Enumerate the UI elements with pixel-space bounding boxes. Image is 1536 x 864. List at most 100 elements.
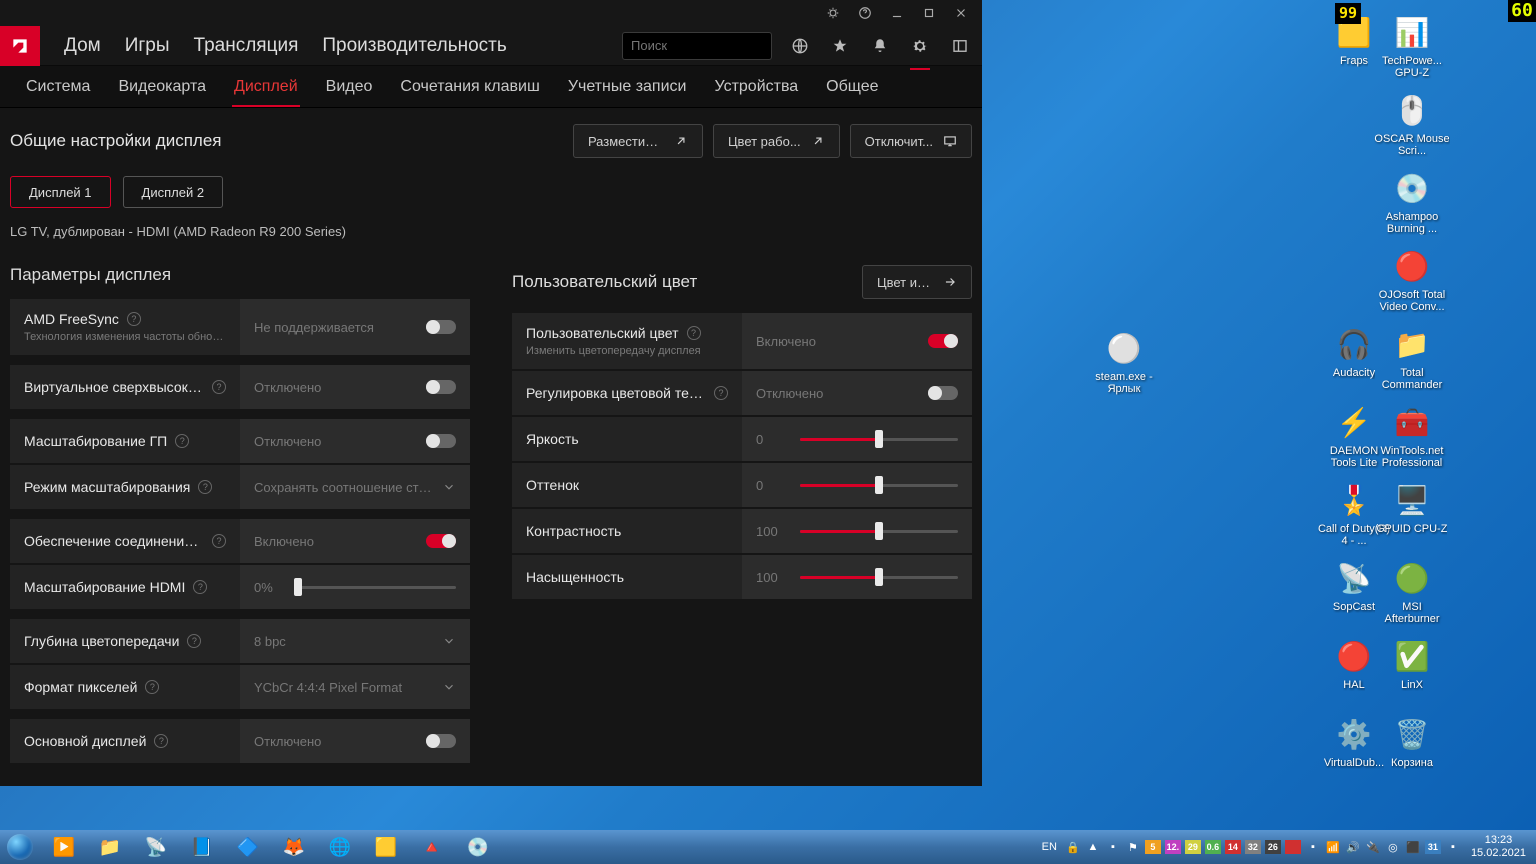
- desktop-color-button[interactable]: Цвет рабо...: [713, 124, 840, 158]
- bug-icon[interactable]: [818, 2, 848, 24]
- tray-power-icon[interactable]: 🔌: [1365, 839, 1381, 855]
- tray-badge[interactable]: 0.6: [1205, 840, 1221, 854]
- help-icon[interactable]: ?: [687, 326, 701, 340]
- tray-msi-icon[interactable]: ◎: [1385, 839, 1401, 855]
- taskbar-item-explorer[interactable]: 📁: [88, 832, 132, 862]
- nav-games[interactable]: Игры: [115, 26, 180, 66]
- minimize-icon[interactable]: [882, 2, 912, 24]
- taskbar-item-chrome[interactable]: 🌐: [318, 832, 362, 862]
- desktop-icon[interactable]: ✅LinX: [1374, 636, 1450, 691]
- custom-color-toggle[interactable]: [928, 334, 958, 348]
- star-icon[interactable]: [824, 30, 856, 62]
- tray-badge[interactable]: 29: [1185, 840, 1201, 854]
- scaling-mode-select[interactable]: Сохранять соотношение сторон: [240, 465, 470, 509]
- subnav-gpu[interactable]: Видеокарта: [106, 66, 218, 107]
- tray-gpu-icon[interactable]: ▪: [1445, 839, 1461, 855]
- help-icon[interactable]: ?: [714, 386, 728, 400]
- taskbar-item-disc[interactable]: 💿: [456, 832, 500, 862]
- saturation-slider[interactable]: [800, 576, 958, 579]
- nav-streaming[interactable]: Трансляция: [184, 26, 309, 66]
- tray-badge[interactable]: 5: [1145, 840, 1161, 854]
- desktop-icon-steam[interactable]: ⚪steam.exe - Ярлык: [1086, 328, 1162, 395]
- desktop-icon[interactable]: 📁Total Commander: [1374, 324, 1450, 391]
- desktop-icon[interactable]: 🗑️Корзина: [1374, 714, 1450, 769]
- tray-badge[interactable]: 26: [1265, 840, 1281, 854]
- taskbar-item-media-player[interactable]: ▶️: [42, 832, 86, 862]
- bell-icon[interactable]: [864, 30, 896, 62]
- game-color-button[interactable]: Цвет игры: [862, 265, 972, 299]
- help-icon[interactable]: ?: [198, 480, 212, 494]
- search-input[interactable]: [631, 38, 807, 53]
- help-icon[interactable]: ?: [187, 634, 201, 648]
- tray-num-badge[interactable]: 31: [1425, 840, 1441, 854]
- help-icon[interactable]: ?: [154, 734, 168, 748]
- hdmi-scaling-slider[interactable]: [298, 586, 456, 589]
- subnav-video[interactable]: Видео: [314, 66, 385, 107]
- layout-icon[interactable]: [944, 30, 976, 62]
- desktop-icon[interactable]: 🖱️OSCAR Mouse Scri...: [1374, 90, 1450, 157]
- freesync-toggle[interactable]: [426, 320, 456, 334]
- desktop-icon[interactable]: 🔴OJOsoft Total Video Conv...: [1374, 246, 1450, 313]
- close-icon[interactable]: [946, 2, 976, 24]
- hdmi-link-toggle[interactable]: [426, 534, 456, 548]
- desktop-icon[interactable]: 🟢MSI Afterburner: [1374, 558, 1450, 625]
- taskbar-item-firefox[interactable]: 🦊: [272, 832, 316, 862]
- tray-badge[interactable]: 32: [1245, 840, 1261, 854]
- help-icon[interactable]: ?: [145, 680, 159, 694]
- help-icon[interactable]: [850, 2, 880, 24]
- tray-lock-icon[interactable]: 🔒: [1065, 839, 1081, 855]
- color-depth-select[interactable]: 8 bpc: [240, 619, 470, 663]
- subnav-display[interactable]: Дисплей: [222, 66, 310, 107]
- tray-badge[interactable]: [1285, 840, 1301, 854]
- contrast-slider[interactable]: [800, 530, 958, 533]
- taskbar-item-fraps[interactable]: 🟨: [364, 832, 408, 862]
- taskbar-clock[interactable]: 13:2315.02.2021: [1465, 834, 1530, 860]
- subnav-accounts[interactable]: Учетные записи: [556, 66, 699, 107]
- tray-adobe-icon[interactable]: ▪: [1305, 839, 1321, 855]
- help-icon[interactable]: ?: [127, 312, 141, 326]
- desktop-icon[interactable]: 🧰WinTools.net Professional: [1374, 402, 1450, 469]
- desktop-icon[interactable]: 📊TechPowe... GPU-Z: [1374, 12, 1450, 79]
- help-icon[interactable]: ?: [193, 580, 207, 594]
- nav-performance[interactable]: Производительность: [312, 26, 516, 66]
- tray-up-icon[interactable]: ▲: [1085, 839, 1101, 855]
- tray-hdd-icon[interactable]: ▪: [1105, 839, 1121, 855]
- tray-badge[interactable]: 14: [1225, 840, 1241, 854]
- disable-display-button[interactable]: Отключит...: [850, 124, 972, 158]
- tray-net-icon[interactable]: 📶: [1325, 839, 1341, 855]
- taskbar-item-amd[interactable]: 🔺: [410, 832, 454, 862]
- tray-shield-icon[interactable]: ⬛: [1405, 839, 1421, 855]
- search-box[interactable]: [622, 32, 772, 60]
- start-button[interactable]: [0, 830, 40, 864]
- help-icon[interactable]: ?: [212, 380, 226, 394]
- display-2-tab[interactable]: Дисплей 2: [123, 176, 224, 208]
- gear-icon[interactable]: [904, 30, 936, 62]
- pixel-format-select[interactable]: YCbCr 4:4:4 Pixel Format: [240, 665, 470, 709]
- subnav-general[interactable]: Общее: [814, 66, 890, 107]
- tray-vol-icon[interactable]: 🔊: [1345, 839, 1361, 855]
- taskbar-item-word[interactable]: 📘: [180, 832, 224, 862]
- taskbar-item-app1[interactable]: 🔷: [226, 832, 270, 862]
- tray-flag-icon[interactable]: ⚑: [1125, 839, 1141, 855]
- help-icon[interactable]: ?: [175, 434, 189, 448]
- desktop-icon[interactable]: 💿Ashampoo Burning ...: [1374, 168, 1450, 235]
- desktop-icon[interactable]: 🖥️CPUID CPU-Z: [1374, 480, 1450, 535]
- subnav-devices[interactable]: Устройства: [702, 66, 810, 107]
- taskbar-item-sopcast[interactable]: 📡: [134, 832, 178, 862]
- maximize-icon[interactable]: [914, 2, 944, 24]
- gpu-scaling-toggle[interactable]: [426, 434, 456, 448]
- nav-home[interactable]: Дом: [54, 26, 111, 66]
- hue-slider[interactable]: [800, 484, 958, 487]
- subnav-hotkeys[interactable]: Сочетания клавиш: [388, 66, 551, 107]
- language-indicator[interactable]: EN: [1038, 841, 1061, 853]
- primary-display-toggle[interactable]: [426, 734, 456, 748]
- color-temp-toggle[interactable]: [928, 386, 958, 400]
- tray-badge[interactable]: 12.: [1165, 840, 1181, 854]
- help-icon[interactable]: ?: [212, 534, 226, 548]
- arrange-displays-button[interactable]: Разместить д...: [573, 124, 703, 158]
- brightness-slider[interactable]: [800, 438, 958, 441]
- vsr-toggle[interactable]: [426, 380, 456, 394]
- subnav-system[interactable]: Система: [14, 66, 102, 107]
- web-icon[interactable]: [784, 30, 816, 62]
- display-1-tab[interactable]: Дисплей 1: [10, 176, 111, 208]
